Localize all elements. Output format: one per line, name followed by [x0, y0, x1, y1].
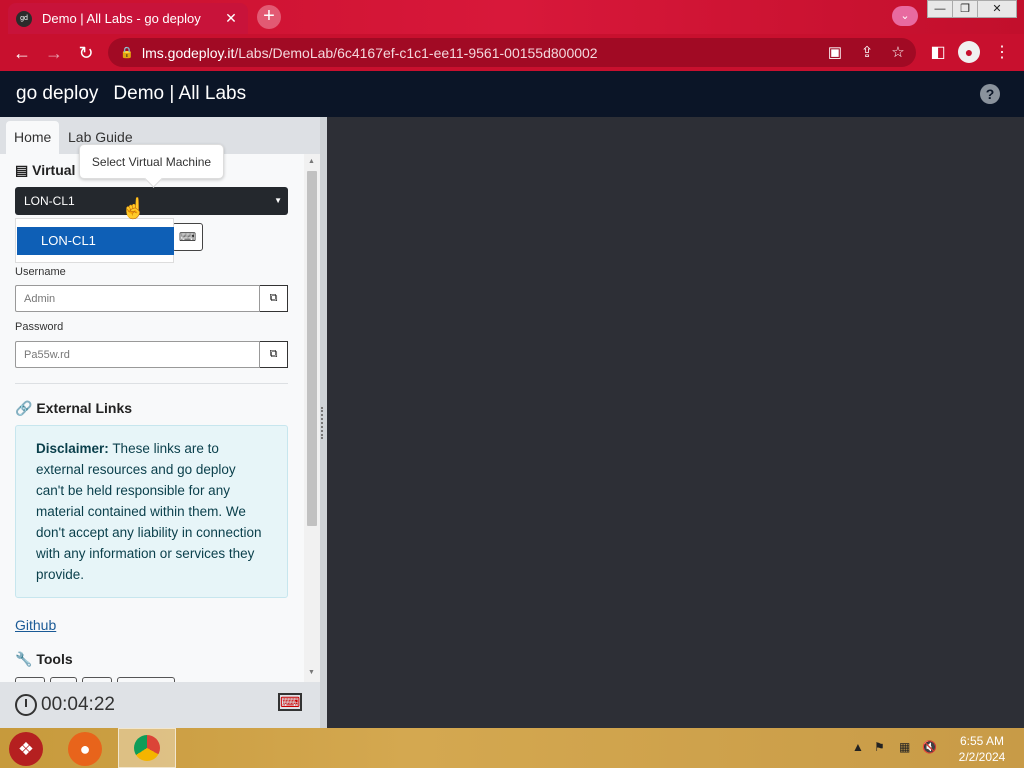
chrome-taskbar-button[interactable] [118, 728, 176, 768]
vm-select-tooltip: Select Virtual Machine [79, 144, 224, 179]
keyboard-icon[interactable]: ⌨ [172, 223, 203, 251]
restore-button[interactable]: ❐ [952, 0, 978, 18]
tray-chevron-icon[interactable]: ▲ [852, 740, 864, 754]
password-label: Password [15, 321, 64, 333]
close-tab-icon[interactable]: ✕ [222, 10, 240, 27]
page-title: Demo | All Labs [113, 83, 247, 104]
clock-date: 2/2/2024 [958, 750, 1006, 764]
new-tab-icon[interactable]: + [257, 5, 281, 29]
network-icon[interactable]: ▦ [899, 740, 910, 754]
back-icon[interactable]: ← [10, 41, 34, 65]
tab-title: Demo | All Labs - go deploy [42, 11, 201, 26]
panel-resizer[interactable] [320, 117, 327, 728]
username-label: Username [15, 266, 66, 278]
copy-icon[interactable]: ⧉ [260, 285, 288, 312]
cursor-hand-icon: ☝ [121, 198, 146, 220]
disclaimer-box: Disclaimer: These links are to external … [15, 425, 288, 598]
url-host: lms.godeploy.it [142, 44, 235, 61]
username-group: ⧉ [15, 285, 288, 312]
start-button[interactable]: ❖ [9, 732, 43, 766]
browser-tabstrip: gd Demo | All Labs - go deploy ✕ + ⌄ — ❐… [0, 0, 1024, 34]
external-links-title: 🔗 External Links [15, 400, 133, 416]
browser-toolbar: ← → ↻ 🔒 lms.godeploy.it/Labs/DemoLab/6c4… [0, 34, 1024, 71]
keyboard-off-icon[interactable]: ⌨ [278, 693, 302, 711]
vm-select[interactable]: LON-CL1 ▼ [15, 187, 288, 215]
resize-grip-icon[interactable] [321, 407, 326, 439]
panel-scrollbar[interactable]: ▲ ▼ [304, 154, 320, 682]
vm-select-value: LON-CL1 [24, 194, 75, 208]
server-icon: ▤ [15, 162, 29, 178]
share-icon[interactable]: ⇪ [857, 43, 877, 63]
tab-home[interactable]: Home [6, 121, 60, 154]
volume-muted-icon[interactable]: 🔇 [922, 740, 937, 754]
profile-icon[interactable]: ● [958, 41, 980, 63]
left-panel: Home Lab Guide ▤ Virtual LON-CL1 ▼ ⌨ LON… [0, 117, 320, 728]
chrome-icon [134, 735, 160, 761]
vm-option[interactable]: LON-CL1 [17, 227, 174, 255]
help-icon[interactable]: ? [980, 84, 1000, 104]
link-icon: 🔗 [15, 400, 33, 416]
vm-display-area[interactable] [327, 117, 1024, 728]
reload-icon[interactable]: ↻ [74, 41, 98, 65]
vm-section-title: ▤ Virtual [15, 162, 76, 178]
brand-logo[interactable]: go deploy [16, 83, 98, 105]
star-icon[interactable]: ☆ [888, 43, 908, 63]
disclaimer-heading: Disclaimer: [36, 441, 109, 456]
address-bar[interactable]: 🔒 lms.godeploy.it/Labs/DemoLab/6c4167ef-… [108, 38, 916, 67]
flag-icon[interactable]: ⚑ [874, 740, 885, 754]
app-header: go deploy Demo | All Labs ? [0, 71, 1024, 117]
vm-dropdown: LON-CL1 [15, 218, 174, 263]
lab-timer: 00:04:22 [15, 694, 115, 716]
taskbar-clock[interactable]: 6:55 AM 2/2/2024 [952, 733, 1012, 765]
timer-value: 00:04:22 [41, 694, 115, 715]
password-field[interactable] [15, 341, 260, 368]
scroll-up-icon[interactable]: ▲ [308, 158, 315, 165]
tools-title: 🔧 Tools [15, 651, 73, 667]
os-taskbar: ❖ ● ▲ ⚑ ▦ 🔇 [0, 728, 1024, 768]
scroll-down-icon[interactable]: ▼ [308, 669, 315, 676]
timer-bar: 00:04:22 ⌨ [0, 682, 320, 728]
forward-icon[interactable]: → [42, 41, 66, 65]
tab-search-button[interactable]: ⌄ [892, 6, 918, 26]
lock-icon[interactable]: 🔒 [120, 46, 134, 59]
sidebar-icon[interactable]: ◧ [926, 41, 950, 65]
disclaimer-text: These links are to external resources an… [36, 441, 262, 582]
alarm-clock-icon [15, 694, 37, 716]
minimize-button[interactable]: — [927, 0, 953, 18]
clipboard-icon[interactable]: ▣ [825, 43, 845, 63]
close-window-button[interactable]: ✕ [977, 0, 1017, 18]
more-icon[interactable]: ⋮ [990, 41, 1014, 65]
divider [15, 383, 288, 384]
clock-time: 6:55 AM [959, 734, 1005, 748]
scrollbar-thumb[interactable] [307, 171, 317, 526]
github-link[interactable]: Github [15, 617, 56, 633]
browser-tab[interactable]: gd Demo | All Labs - go deploy ✕ [8, 3, 248, 34]
firefox-icon[interactable]: ● [68, 732, 102, 766]
url-path: /Labs/DemoLab/6c4167ef-c1c1-ee11-9561-00… [234, 44, 598, 61]
chevron-down-icon: ▼ [274, 196, 282, 205]
username-field[interactable] [15, 285, 260, 312]
wrench-icon: 🔧 [15, 651, 33, 667]
favicon-icon: gd [16, 10, 32, 27]
copy-icon[interactable]: ⧉ [260, 341, 288, 368]
password-group: ⧉ [15, 341, 288, 368]
